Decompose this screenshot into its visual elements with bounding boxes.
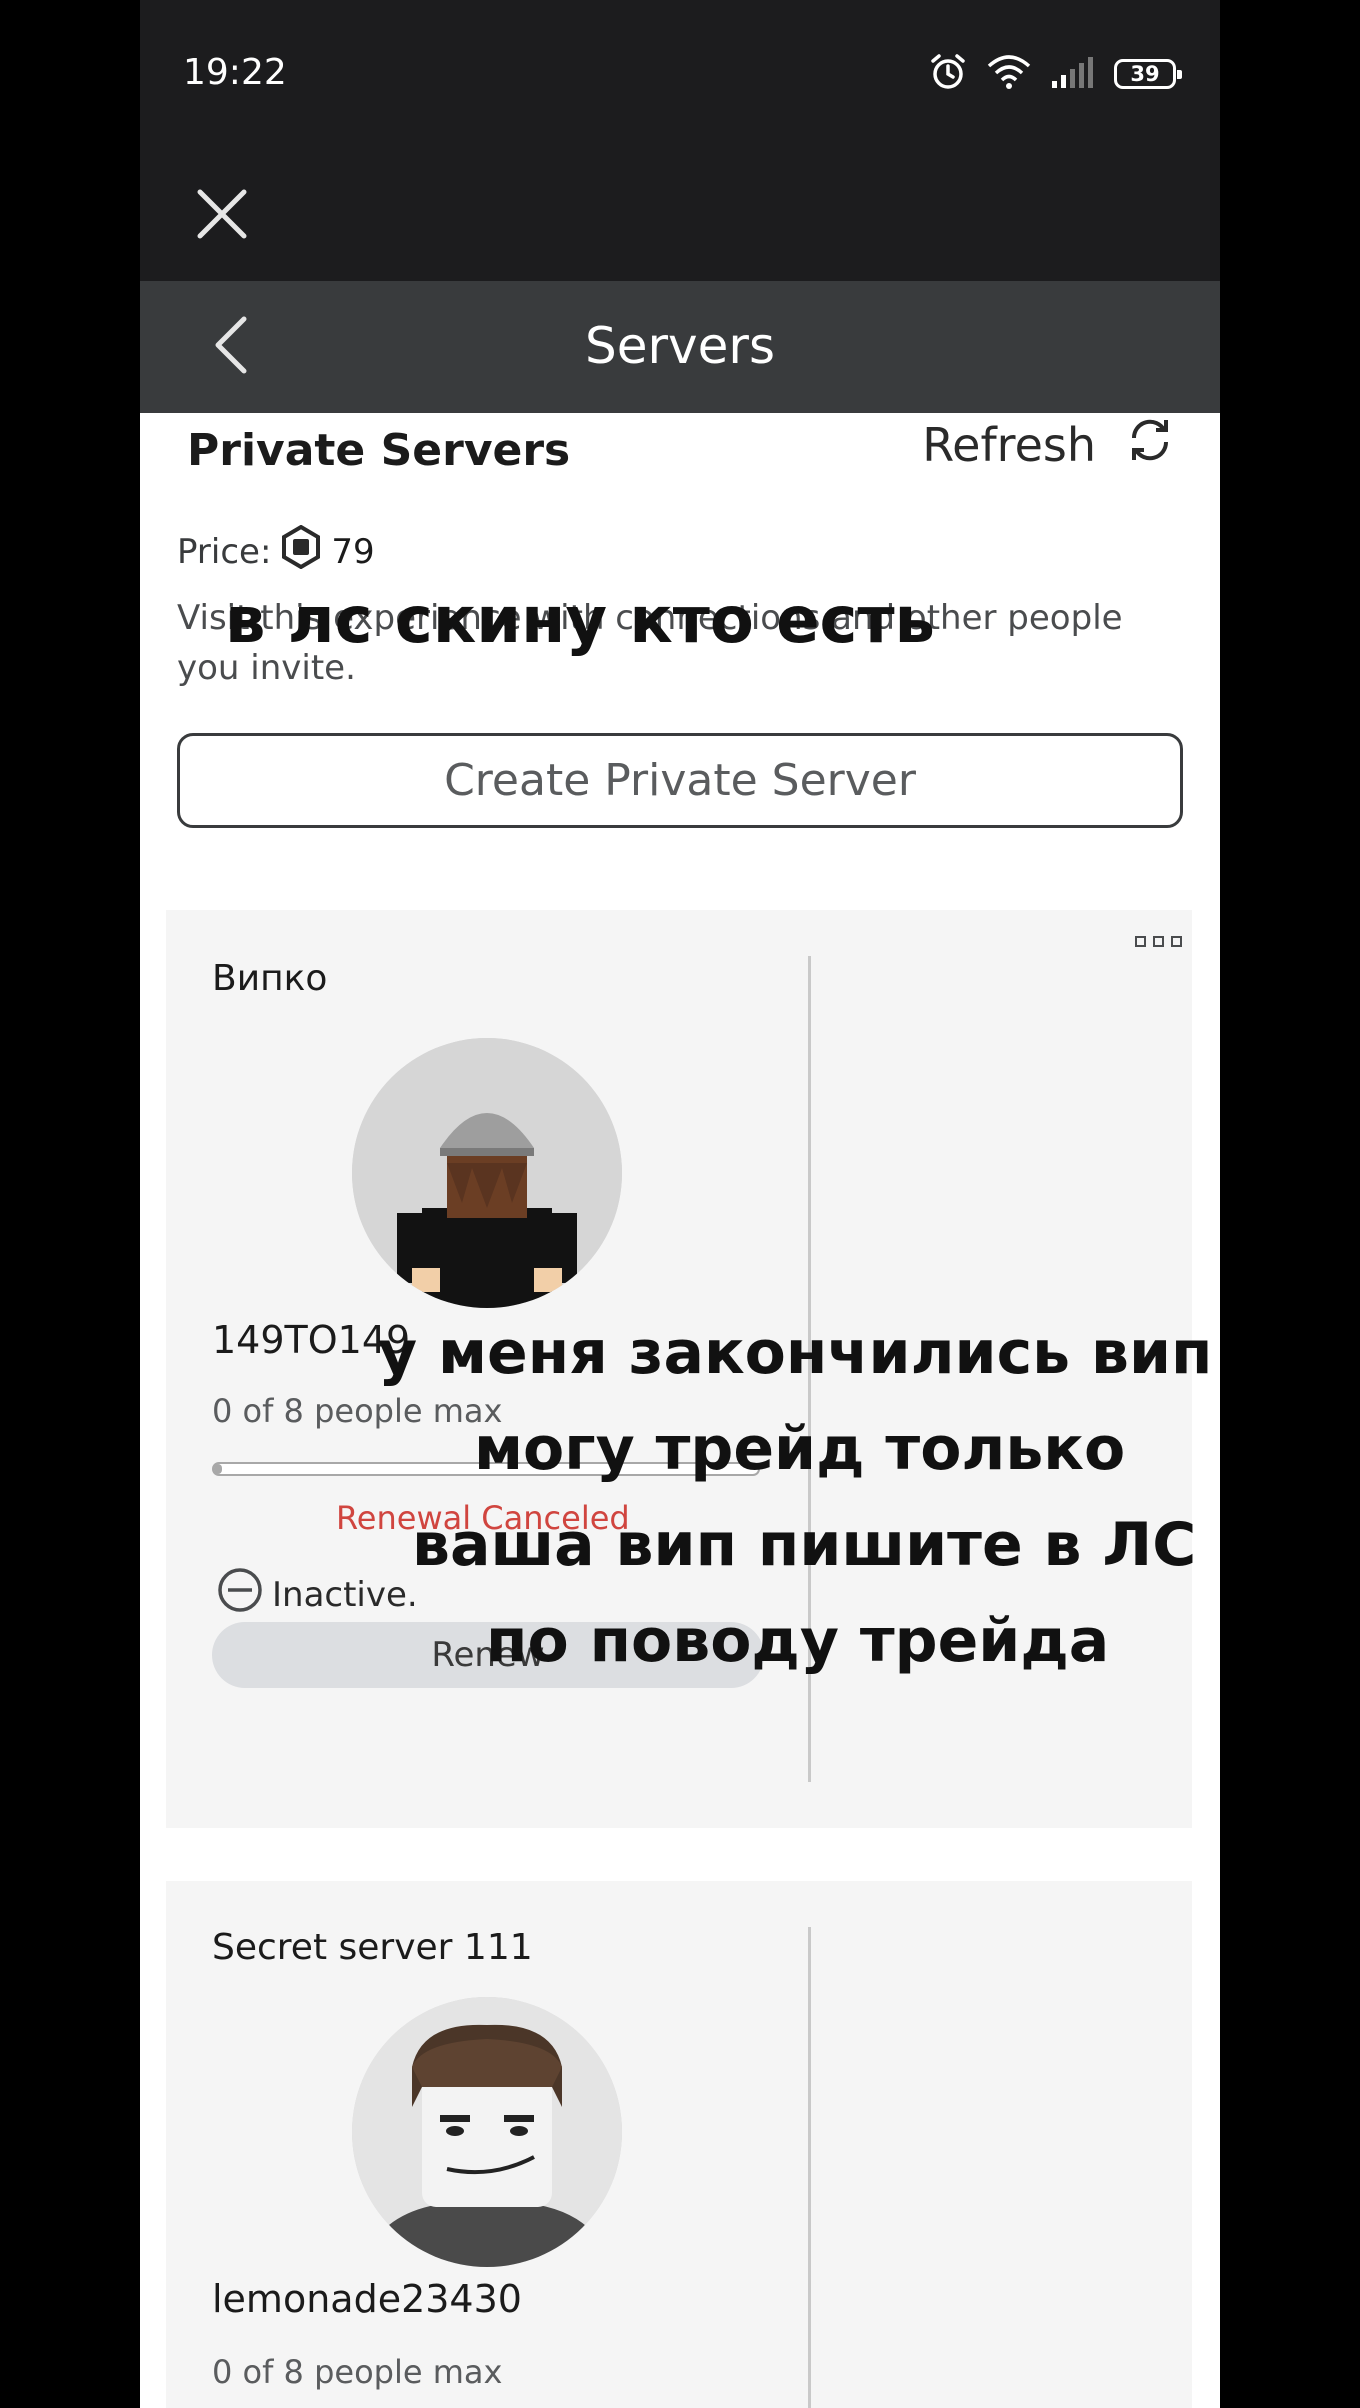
price-label: Price:	[177, 531, 272, 572]
owner-name: lemonade23430	[212, 2277, 522, 2321]
close-button[interactable]	[192, 186, 252, 246]
signal-icon	[1050, 55, 1096, 94]
overlay-caption: у меня закончились вип	[378, 1318, 1213, 1388]
robux-icon	[279, 524, 323, 578]
avatar	[352, 1038, 622, 1308]
server-state: Inactive.	[216, 1566, 418, 1623]
server-state-label: Inactive.	[272, 1574, 418, 1615]
overlay-caption: в лс скину кто есть	[225, 584, 935, 658]
alarm-icon	[928, 52, 968, 97]
title-bar: Servers	[140, 281, 1220, 413]
close-icon	[196, 188, 248, 245]
create-private-server-button[interactable]: Create Private Server	[177, 733, 1183, 828]
status-time: 19:22	[183, 52, 287, 93]
status-icons: 39	[928, 52, 1182, 97]
more-options-button[interactable]	[1135, 936, 1182, 947]
wifi-icon	[986, 54, 1032, 95]
price-row: Price: 79	[177, 524, 375, 578]
refresh-button[interactable]: Refresh	[922, 413, 1174, 477]
refresh-label: Refresh	[922, 418, 1096, 472]
minus-circle-icon	[216, 1566, 264, 1623]
server-card: Secret server 111 lemonade23430 0 of 8 p…	[166, 1881, 1192, 2408]
page-title: Servers	[584, 317, 775, 375]
refresh-icon	[1126, 416, 1174, 475]
servers-content: Private Servers Refresh Price: 79 Visit …	[140, 413, 1220, 2408]
overlay-caption: ваша вип пишите в ЛС	[412, 1510, 1197, 1580]
app-screen: 19:22 39 Servers Private Servers Refresh…	[140, 0, 1220, 2408]
card-divider	[808, 1927, 811, 2408]
server-name: Secret server 111	[212, 1927, 533, 1968]
server-name: Випко	[212, 958, 328, 999]
player-progress-fill	[214, 1464, 223, 1474]
player-count: 0 of 8 people max	[212, 2353, 503, 2391]
overlay-caption: могу трейд только	[474, 1414, 1126, 1484]
player-count: 0 of 8 people max	[212, 1392, 503, 1430]
price-value: 79	[331, 531, 375, 572]
overlay-caption: по поводу трейда	[486, 1606, 1110, 1676]
battery-icon: 39	[1114, 59, 1182, 89]
status-and-close-bar: 19:22 39	[140, 0, 1220, 281]
section-title: Private Servers	[187, 425, 571, 476]
avatar	[352, 1997, 622, 2267]
